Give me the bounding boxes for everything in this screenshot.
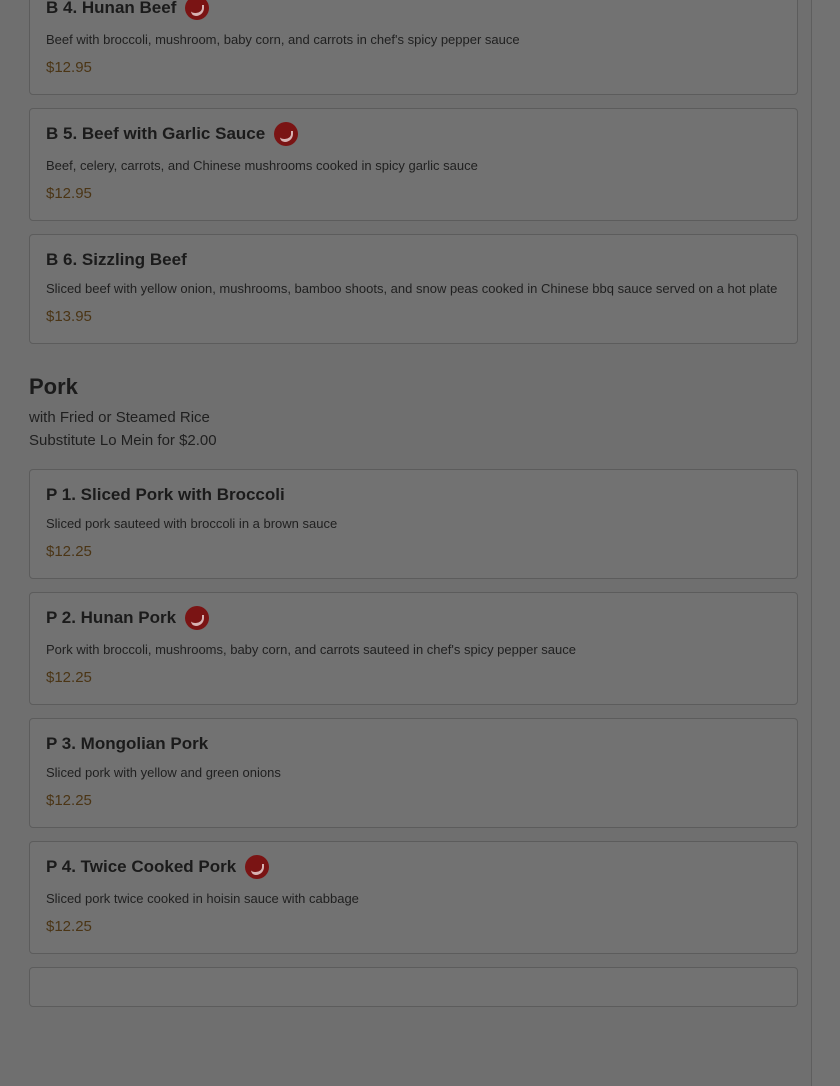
menu-item-name: P 2. Hunan Pork xyxy=(46,608,177,627)
menu-item-description: Sliced beef with yellow onion, mushrooms… xyxy=(46,281,778,296)
menu-item-b4[interactable]: B 4. Hunan Beef Beef with broccoli, mush… xyxy=(29,0,798,95)
menu-item-p3[interactable]: P 3. Mongolian Pork Sliced pork with yel… xyxy=(29,718,798,828)
spicy-pepper-icon xyxy=(245,855,270,879)
menu-item-p2[interactable]: P 2. Hunan Pork Pork with broccoli, mush… xyxy=(29,592,798,705)
menu-item-price: $12.25 xyxy=(46,792,92,809)
menu-item-b6[interactable]: B 6. Sizzling Beef Sliced beef with yell… xyxy=(29,234,798,344)
menu-item-price: $12.95 xyxy=(46,185,92,202)
spicy-pepper-icon xyxy=(185,606,210,630)
menu-item-description: Sliced pork with yellow and green onions xyxy=(46,765,281,780)
menu-item-description: Beef with broccoli, mushroom, baby corn,… xyxy=(46,32,520,47)
menu-item-name: P 4. Twice Cooked Pork xyxy=(46,857,237,876)
menu-item-name: P 1. Sliced Pork with Broccoli xyxy=(46,485,285,504)
spicy-pepper-icon xyxy=(274,122,299,146)
menu-item-price: $12.95 xyxy=(46,59,92,76)
menu-item-p4[interactable]: P 4. Twice Cooked Pork Sliced pork twice… xyxy=(29,841,798,954)
menu-item-price: $12.25 xyxy=(46,918,92,935)
menu-item-p1[interactable]: P 1. Sliced Pork with Broccoli Sliced po… xyxy=(29,469,798,579)
menu-item-price: $12.25 xyxy=(46,669,92,686)
pork-section-header: Pork with Fried or Steamed Rice Substitu… xyxy=(29,372,812,452)
spicy-pepper-icon xyxy=(185,0,210,20)
menu-item-price: $13.95 xyxy=(46,308,92,325)
menu-item-name: B 4. Hunan Beef xyxy=(46,0,177,17)
menu-item-description: Sliced pork sauteed with broccoli in a b… xyxy=(46,516,338,531)
menu-item-description: Pork with broccoli, mushrooms, baby corn… xyxy=(46,642,576,657)
section-note: with Fried or Steamed Rice xyxy=(29,409,210,426)
menu-item-b5[interactable]: B 5. Beef with Garlic Sauce Beef, celery… xyxy=(29,108,798,221)
section-note: Substitute Lo Mein for $2.00 xyxy=(29,432,217,449)
menu-item-name: B 5. Beef with Garlic Sauce xyxy=(46,124,266,143)
menu-item-next-partial[interactable] xyxy=(29,967,798,1007)
menu-item-name: B 6. Sizzling Beef xyxy=(46,250,187,269)
scrollbar[interactable] xyxy=(811,0,840,1086)
menu-item-name: P 3. Mongolian Pork xyxy=(46,734,209,753)
menu-item-description: Beef, celery, carrots, and Chinese mushr… xyxy=(46,158,478,173)
menu-page: B 4. Hunan Beef Beef with broccoli, mush… xyxy=(0,0,812,1020)
section-title: Pork xyxy=(29,374,78,399)
menu-item-price: $12.25 xyxy=(46,543,92,560)
menu-item-description: Sliced pork twice cooked in hoisin sauce… xyxy=(46,891,359,906)
